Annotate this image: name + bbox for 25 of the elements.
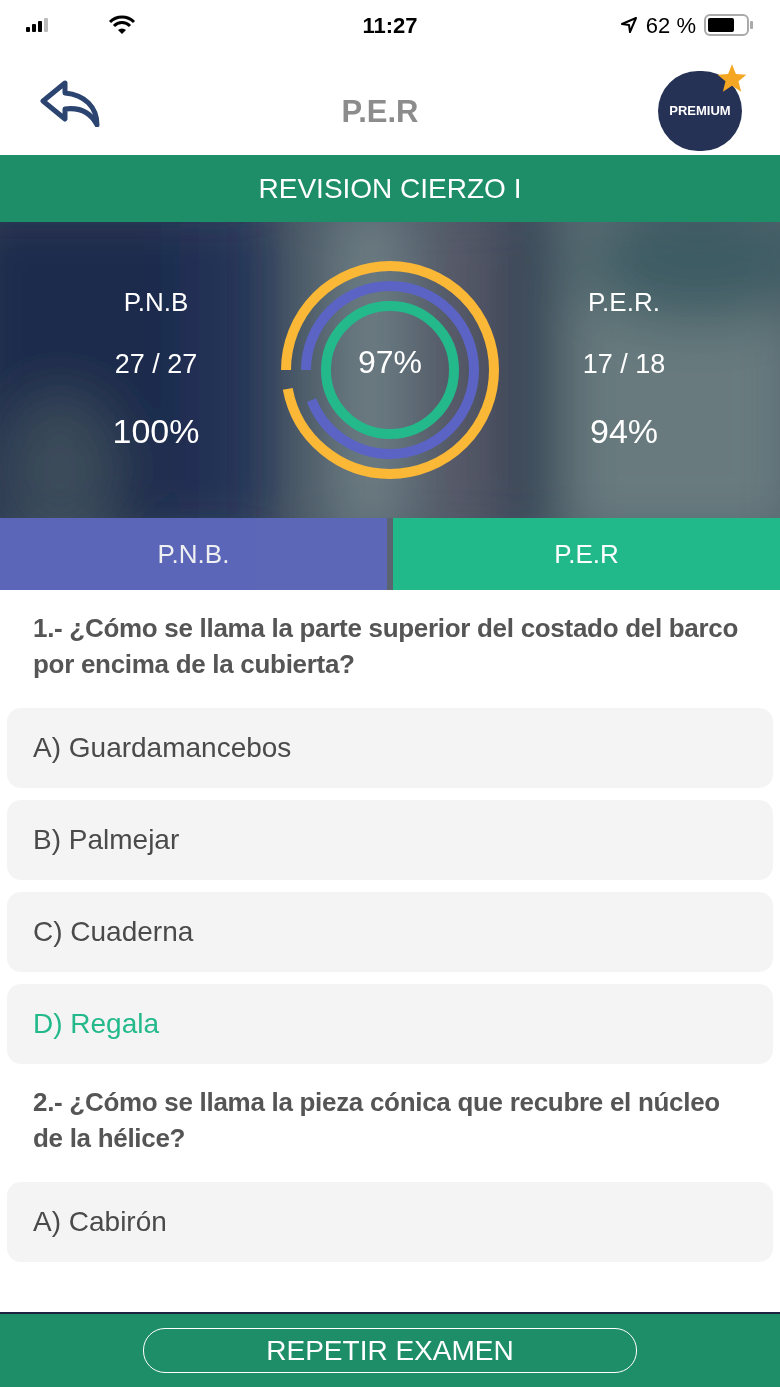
location-icon [619, 16, 638, 34]
wifi-icon [108, 15, 136, 35]
stat-score: 27 / 27 [114, 347, 198, 381]
answer-option[interactable]: B) Palmejar [7, 800, 773, 880]
battery-icon [704, 13, 754, 37]
question-text: 1.- ¿Cómo se llama la parte superior del costado del barco por encima de la cubierta? [32, 612, 740, 681]
exam-title-bar: REVISION CIERZO I [0, 155, 780, 222]
question-text: 2.- ¿Cómo se llama la pieza cónica que recubre el núcleo de la hélice? [32, 1086, 721, 1155]
stat-percent: 100% [112, 411, 200, 453]
page-title: P.E.R [341, 93, 419, 132]
stat-label: P.N.B [123, 285, 189, 319]
repeat-exam-button[interactable]: REPETIR EXAMEN [143, 1328, 637, 1373]
answer-option[interactable]: A) Cabirón [7, 1182, 773, 1262]
tab[interactable]: P.N.B. [0, 518, 387, 590]
stat-label: P.E.R. [588, 285, 660, 319]
stat-percent: 94% [589, 411, 659, 453]
answer-option[interactable]: A) Guardamancebos [7, 708, 773, 788]
stat-score: 17 / 18 [582, 347, 666, 381]
reply-arrow-icon [39, 78, 101, 127]
premium-button[interactable]: PREMIUM [658, 70, 742, 151]
status-time: 11:27 [362, 11, 418, 40]
battery-percent: 62 % [645, 11, 696, 40]
answer-option[interactable]: C) Cuaderna [7, 892, 773, 972]
signal-icon [26, 18, 48, 32]
total-percent: 97% [358, 343, 422, 382]
